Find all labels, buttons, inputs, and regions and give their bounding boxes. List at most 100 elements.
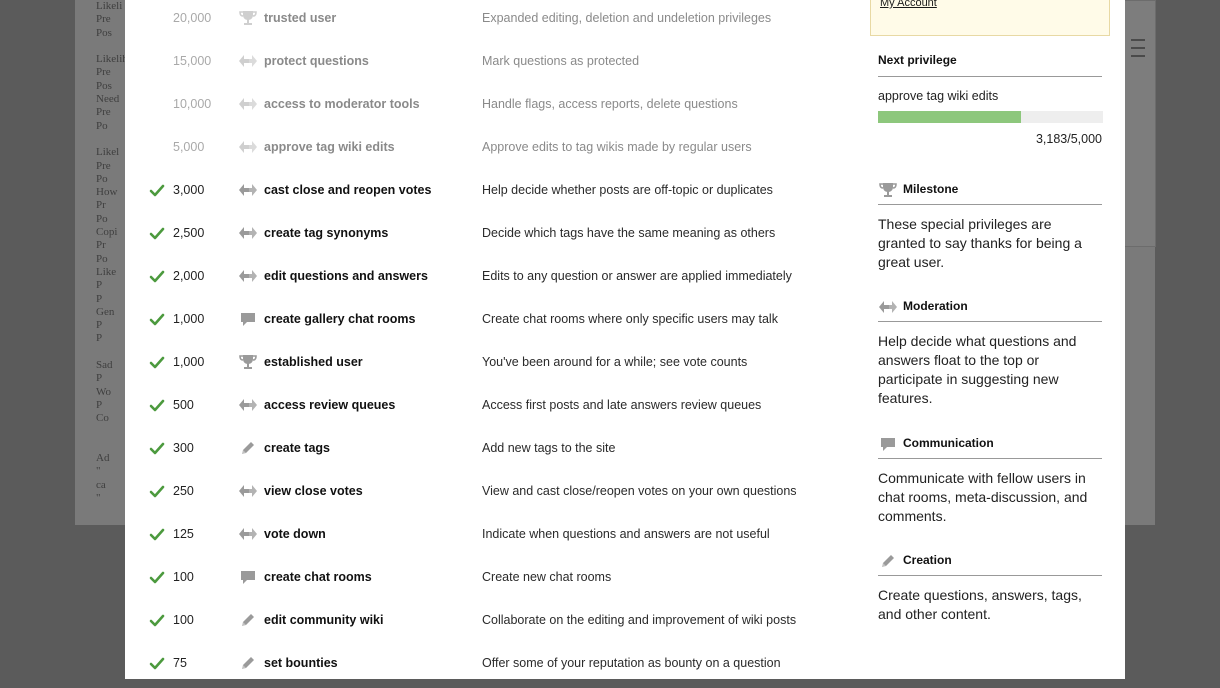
background-text-line: [96, 346, 126, 359]
checkmark-icon: [149, 355, 165, 371]
checkmark-icon: [149, 656, 165, 672]
privilege-name[interactable]: access review queues: [264, 398, 395, 412]
background-text-line: Pre: [96, 159, 111, 172]
privilege-name[interactable]: approve tag wiki edits: [264, 140, 395, 154]
background-text-line: [96, 133, 126, 146]
privilege-name[interactable]: create tag synonyms: [264, 226, 388, 240]
privilege-row[interactable]: 3,000 cast close and reopen votes Help dec…: [125, 172, 855, 215]
moderation-icon: [238, 52, 258, 70]
privileges-modal: 20,000 trusted user Expanded editing, dele…: [125, 0, 1125, 679]
privilege-row[interactable]: 15,000 protect questions Mark questions as…: [125, 43, 855, 86]
privilege-description: Add new tags to the site: [482, 441, 616, 455]
background-text-line: Pre: [96, 66, 111, 79]
privilege-row[interactable]: 125 vote down Indicate when questions and …: [125, 516, 855, 559]
privilege-description: Indicate when questions and answers are …: [482, 527, 770, 541]
checkmark-icon: [149, 570, 165, 586]
background-text-line: Sad: [96, 359, 113, 372]
background-text-line: ": [96, 465, 101, 478]
reputation-value: 1,000: [173, 355, 205, 369]
my-account-link[interactable]: My Account: [880, 0, 937, 9]
background-text-line: Likeli: [96, 0, 123, 12]
category-heading: Communication: [903, 436, 994, 450]
reputation-value: 125: [173, 527, 194, 541]
pencil-icon: [878, 552, 896, 568]
privilege-row[interactable]: 500 access review queues Access first post…: [125, 387, 855, 430]
privilege-name[interactable]: access to moderator tools: [264, 97, 420, 111]
background-text-line: Need: [96, 93, 120, 106]
divider: [878, 76, 1102, 77]
category-description: These special privileges are granted to …: [878, 216, 1082, 270]
checkmark-icon: [149, 269, 165, 285]
background-text-line: Po: [96, 119, 108, 132]
background-text-line: Wo: [96, 385, 112, 398]
privilege-row[interactable]: 20,000 trusted user Expanded editing, dele…: [125, 0, 855, 43]
privilege-name[interactable]: vote down: [264, 527, 326, 541]
privilege-row[interactable]: 2,000 edit questions and answers Edits to …: [125, 258, 855, 301]
checkmark-icon: [149, 312, 165, 328]
moderation-icon: [238, 482, 258, 500]
privilege-name[interactable]: established user: [264, 355, 363, 369]
privilege-row[interactable]: 300 create tags Add new tags to the site: [125, 430, 855, 473]
privilege-description: Create chat rooms where only specific us…: [482, 312, 778, 326]
progress-fill: [878, 111, 1022, 123]
chat-bubble-icon: [878, 435, 896, 451]
background-text-line: Po: [96, 172, 108, 185]
privilege-name[interactable]: protect questions: [264, 54, 369, 68]
reputation-value: 20,000: [173, 11, 212, 25]
background-text-line: [96, 40, 126, 53]
reputation-value: 10,000: [173, 97, 212, 111]
background-text-line: Co: [96, 412, 109, 425]
background-text-line: Po: [96, 252, 108, 265]
privilege-row[interactable]: 5,000 approve tag wiki edits Approve edits…: [125, 129, 855, 172]
sidebar: My Account Next privilege approve tag wi…: [870, 0, 1110, 679]
privilege-row[interactable]: 100 edit community wiki Collaborate on the…: [125, 602, 855, 645]
trophy-icon: [878, 181, 897, 197]
privilege-row[interactable]: 75 set bounties Offer some of your reputat…: [125, 645, 855, 688]
checkmark-icon: [149, 441, 165, 457]
privilege-row[interactable]: 10,000 access to moderator tools Handle fl…: [125, 86, 855, 129]
privilege-row[interactable]: 2,500 create tag synonyms Decide which tag…: [125, 215, 855, 258]
divider: [878, 321, 1102, 322]
background-text-line: Copi: [96, 226, 118, 239]
privilege-row[interactable]: 100 create chat rooms Create new chat room…: [125, 559, 855, 602]
privilege-name[interactable]: create chat rooms: [264, 570, 372, 584]
privilege-row[interactable]: 1,000 create gallery chat rooms Create cha…: [125, 301, 855, 344]
category-heading: Creation: [903, 553, 952, 567]
privilege-description: Collaborate on the editing and improveme…: [482, 613, 797, 627]
privilege-name[interactable]: trusted user: [264, 11, 336, 25]
privilege-name[interactable]: create tags: [264, 441, 330, 455]
reputation-value: 250: [173, 484, 194, 498]
privilege-description: Expanded editing, deletion and undeletio…: [482, 11, 772, 25]
privilege-description: View and cast close/reopen votes on your…: [482, 484, 797, 498]
privilege-row[interactable]: 1,000 established user You've been around …: [125, 344, 855, 387]
chat-bubble-icon: [238, 310, 258, 328]
reputation-value: 5,000: [173, 140, 205, 154]
divider: [878, 575, 1102, 576]
privilege-description: Create new chat rooms: [482, 570, 612, 584]
background-text-line: Pre: [96, 13, 111, 26]
category-heading: Moderation: [903, 299, 968, 313]
background-text-column: Likeli Pre Pos Likelih Pre Pos Need Pre Po Likel P…: [96, 0, 126, 520]
privilege-name[interactable]: create gallery chat rooms: [264, 312, 415, 326]
privilege-name[interactable]: edit questions and answers: [264, 269, 428, 283]
privilege-row[interactable]: 250 view close votes View and cast close/r…: [125, 473, 855, 516]
divider: [878, 204, 1102, 205]
privilege-name[interactable]: cast close and reopen votes: [264, 183, 431, 197]
privilege-name[interactable]: edit community wiki: [264, 613, 383, 627]
category-description: Help decide what questions and answers f…: [878, 333, 1077, 406]
checkmark-icon: [149, 398, 165, 414]
moderation-icon: [238, 95, 258, 113]
privilege-description: Mark questions as protected: [482, 54, 640, 68]
reputation-value: 500: [173, 398, 194, 412]
reputation-value: 15,000: [173, 54, 212, 68]
privilege-description: Edits to any question or answer are appl…: [482, 269, 792, 283]
background-text-line: Likelih: [96, 53, 126, 66]
background-text-line: P: [96, 332, 103, 345]
privilege-name[interactable]: set bounties: [264, 656, 338, 670]
background-text-line: Pos: [96, 79, 112, 92]
background-text-line: Likel: [96, 146, 120, 159]
privilege-description: Handle flags, access reports, delete que…: [482, 97, 738, 111]
reputation-value: 300: [173, 441, 194, 455]
moderation-icon: [878, 298, 897, 314]
privilege-name[interactable]: view close votes: [264, 484, 363, 498]
